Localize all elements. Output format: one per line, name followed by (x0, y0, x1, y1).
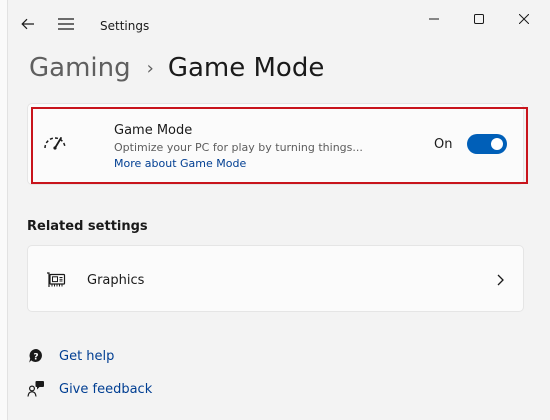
back-arrow-icon (21, 18, 34, 30)
window-title: Settings (100, 19, 150, 33)
game-mode-toggle[interactable] (467, 134, 507, 154)
title-bar: Settings (0, 0, 550, 48)
breadcrumb: Gaming › Game Mode (29, 50, 324, 86)
give-feedback-link[interactable]: Give feedback (27, 378, 152, 400)
get-help-label: Get help (59, 348, 115, 364)
graphics-label: Graphics (87, 273, 145, 288)
graphics-setting-card[interactable]: Graphics (27, 245, 524, 312)
breadcrumb-separator: › (146, 57, 154, 79)
window-left-edge (0, 0, 8, 420)
hamburger-icon (58, 18, 74, 30)
maximize-icon (474, 14, 484, 24)
close-button[interactable] (504, 6, 544, 32)
page-title: Game Mode (167, 53, 325, 83)
navigation-menu-button[interactable] (52, 10, 80, 38)
highlight-box (31, 107, 528, 184)
back-button[interactable] (14, 10, 42, 38)
chevron-right-icon (497, 274, 504, 286)
close-icon (519, 14, 529, 24)
breadcrumb-parent-gaming[interactable]: Gaming (29, 53, 131, 83)
help-icon: ? (27, 347, 45, 365)
maximize-button[interactable] (459, 6, 499, 32)
minimize-button[interactable] (414, 6, 454, 32)
svg-text:?: ? (33, 352, 38, 362)
toggle-knob (491, 138, 503, 150)
related-settings-heading: Related settings (27, 219, 148, 234)
graphics-card-icon (47, 272, 66, 287)
get-help-link[interactable]: ? Get help (27, 345, 114, 367)
feedback-icon (27, 380, 45, 398)
toggle-state-label: On (434, 137, 453, 152)
minimize-icon (429, 18, 439, 20)
give-feedback-label: Give feedback (59, 381, 153, 397)
